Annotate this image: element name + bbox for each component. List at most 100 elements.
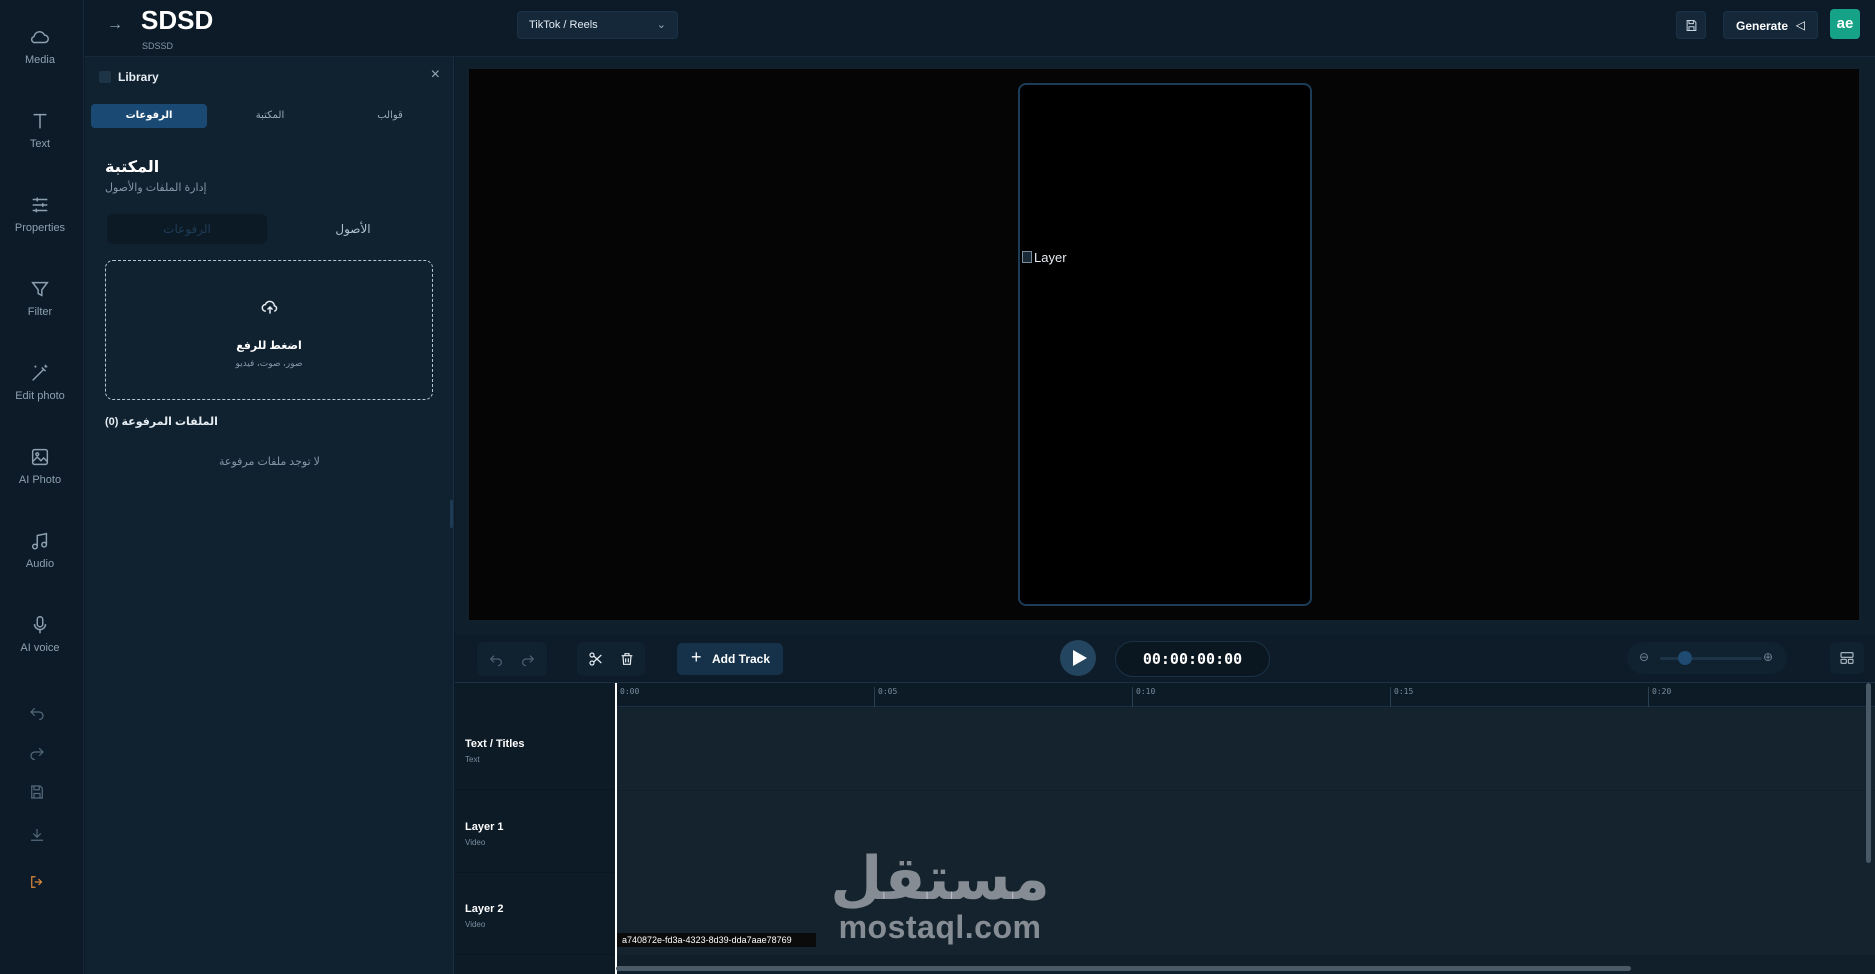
zoom-in-icon[interactable]: ⊕: [1763, 650, 1773, 664]
ruler-tick: 0:00: [616, 687, 639, 707]
image-icon: [29, 446, 51, 468]
rail-item-properties[interactable]: Properties: [0, 194, 80, 234]
save-button[interactable]: [1676, 11, 1706, 39]
layout-icon: [1840, 652, 1854, 664]
track-row-text: Text / Titles Text: [455, 708, 1875, 790]
tab-library[interactable]: المكتبة: [212, 104, 328, 128]
ruler-tick: 0:20: [1648, 687, 1671, 707]
upload-cloud-icon: [260, 297, 280, 317]
layer-image[interactable]: Layer: [1022, 250, 1067, 265]
project-title: SDSD: [141, 5, 214, 35]
horizontal-scrollbar[interactable]: [616, 966, 1631, 971]
rail-item-label: Edit photo: [15, 390, 65, 402]
close-icon[interactable]: ×: [431, 66, 440, 84]
tab-uploads[interactable]: الرفوعات: [91, 104, 207, 128]
track-kind: Text: [465, 755, 480, 764]
empty-state: لا توجد ملفات مرفوعة: [219, 456, 320, 468]
timeline: 0:00 0:05 0:10 0:15 0:20 Text / Titles T…: [455, 682, 1875, 974]
rail-item-label: Media: [25, 54, 55, 66]
format-select-value: TikTok / Reels: [529, 19, 598, 31]
track-name: Text / Titles: [465, 738, 525, 750]
undo-icon[interactable]: [28, 703, 50, 725]
edit-group: [577, 642, 645, 676]
trash-icon[interactable]: [619, 651, 635, 667]
track-row-layer-2: Layer 2 Video a740872e-fd3a-4323-8d39-dd…: [455, 873, 1875, 955]
playhead[interactable]: [615, 683, 617, 974]
preview-canvas: Layer: [469, 69, 1859, 620]
zoom-out-icon[interactable]: ⊖: [1639, 650, 1649, 664]
timeline-controls: + Add Track 00:00:00:00 ⊖ ⊕: [455, 635, 1875, 682]
save-icon: [1686, 20, 1697, 31]
generate-label: Generate: [1736, 19, 1789, 33]
library-heading: المكتبة: [105, 159, 160, 176]
rail-item-media[interactable]: Media: [0, 26, 80, 66]
upload-hint: صور، صوت، فيديو: [235, 358, 303, 368]
sliders-icon: [29, 194, 51, 216]
subtab-assets[interactable]: الأصول: [273, 214, 433, 244]
rail-item-label: AI Photo: [18, 474, 62, 486]
vertical-scrollbar[interactable]: [1866, 683, 1871, 863]
rail-item-filter[interactable]: Filter: [0, 278, 80, 318]
filter-icon: [29, 278, 51, 300]
track-name: Layer 2: [465, 903, 504, 915]
watermark-latin: mostaql.com: [838, 909, 1042, 945]
history-group: [477, 642, 547, 676]
track-kind: Video: [465, 920, 486, 929]
rail-item-ai-photo[interactable]: AI Photo: [0, 446, 80, 486]
tab-templates[interactable]: قوالب: [332, 104, 448, 128]
video-editor-app: Media Text Properties Filter Edit photo …: [0, 0, 1875, 974]
track-kind: Video: [465, 838, 486, 847]
add-track-button[interactable]: + Add Track: [677, 643, 783, 675]
track-name: Layer 1: [465, 821, 504, 833]
timecode-display: 00:00:00:00: [1115, 641, 1270, 677]
scissors-icon[interactable]: [588, 651, 604, 667]
zoom-slider-track[interactable]: [1660, 657, 1762, 660]
generate-button[interactable]: Generate ◁: [1723, 11, 1818, 39]
time-ruler[interactable]: 0:00 0:05 0:10 0:15 0:20: [616, 683, 1875, 707]
top-bar: → SDSD SDSSD TikTok / Reels ⌄ Generate ◁…: [85, 0, 1875, 57]
upload-title: اضغط للرفع: [236, 340, 302, 352]
zoom-slider-handle[interactable]: [1678, 651, 1692, 665]
format-select[interactable]: TikTok / Reels ⌄: [517, 11, 678, 39]
ruler-tick: 0:05: [874, 687, 897, 707]
download-icon[interactable]: [28, 826, 50, 848]
rail-item-label: Audio: [25, 558, 55, 570]
layout-toggle-button[interactable]: [1830, 642, 1864, 674]
phone-frame[interactable]: Layer: [1018, 83, 1312, 606]
redo-icon[interactable]: [520, 651, 536, 667]
play-button[interactable]: [1060, 640, 1096, 676]
left-rail: Media Text Properties Filter Edit photo …: [0, 0, 84, 974]
library-header: Library ×: [85, 57, 454, 97]
subtab-uploads[interactable]: الرفوعات: [107, 214, 267, 244]
panel-resize-handle[interactable]: [450, 500, 453, 528]
back-arrow-icon[interactable]: →: [107, 16, 123, 34]
rail-item-ai-voice[interactable]: AI voice: [0, 614, 80, 654]
plus-icon: +: [691, 647, 702, 667]
rail-item-label: AI voice: [20, 642, 60, 654]
rail-item-label: Properties: [14, 222, 66, 234]
upload-dropzone[interactable]: اضغط للرفع صور، صوت، فيديو: [105, 260, 433, 400]
redo-icon[interactable]: [28, 743, 50, 765]
preview-area: Layer: [455, 57, 1875, 635]
undo-icon[interactable]: [488, 651, 504, 667]
text-icon: [29, 110, 51, 132]
timeline-clip[interactable]: a740872e-fd3a-4323-8d39-dda7aae78769: [616, 933, 816, 947]
track-lane[interactable]: [616, 708, 1875, 790]
avatar[interactable]: ae: [1830, 9, 1860, 39]
ruler-tick: 0:10: [1132, 687, 1155, 707]
rail-item-edit-photo[interactable]: Edit photo: [0, 362, 80, 402]
chevron-down-icon: ⌄: [656, 19, 666, 31]
library-panel: Library × الرفوعات المكتبة قوالب المكتبة…: [85, 57, 454, 974]
save-icon[interactable]: [28, 783, 50, 805]
zoom-control: ⊖ ⊕: [1627, 642, 1787, 674]
logout-icon[interactable]: [28, 873, 50, 895]
uploaded-files-title: الملفات المرفوعة (0): [105, 416, 218, 428]
broken-image-icon: [1022, 251, 1032, 263]
track-lane[interactable]: [616, 791, 1875, 873]
rail-item-text[interactable]: Text: [0, 110, 80, 150]
library-tabs: الرفوعات المكتبة قوالب: [91, 104, 448, 128]
library-subheading: إدارة الملفات والأصول: [105, 182, 207, 194]
rail-item-audio[interactable]: Audio: [0, 530, 80, 570]
ruler-tick: 0:15: [1390, 687, 1413, 707]
watermark: مستقل mostaql.com: [825, 848, 1055, 944]
